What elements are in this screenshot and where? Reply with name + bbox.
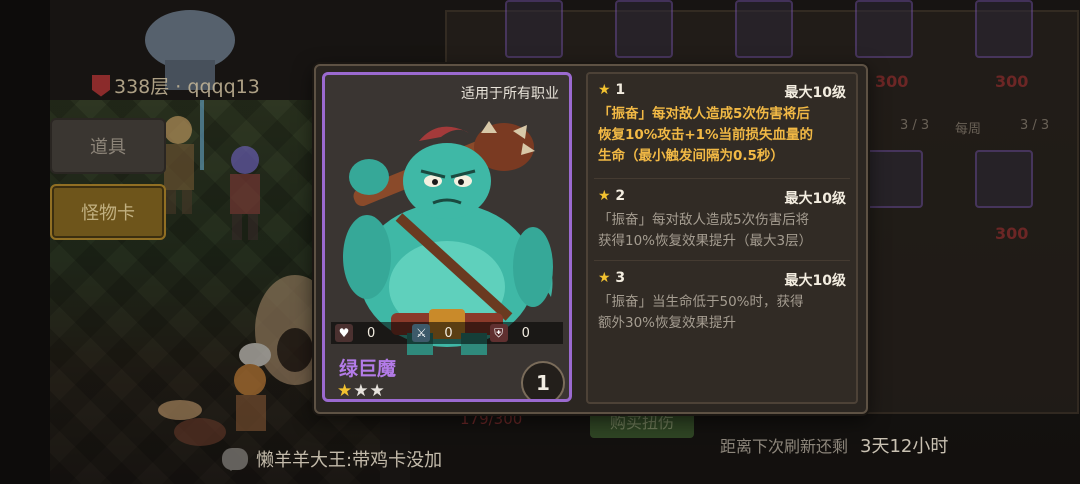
skill-line: 获得10%恢复效果提升（最大3层） <box>598 233 813 249</box>
guild-flag-icon <box>92 74 110 97</box>
floor-label: 338层 · qqqq13 <box>92 72 260 99</box>
tab-items[interactable]: 道具 <box>50 118 166 174</box>
shop-slot[interactable] <box>615 0 673 58</box>
divider <box>594 178 850 179</box>
skill-star-label: ★ 2 <box>598 188 625 208</box>
card-detail-modal: 适用于所有职业 ♥ 0 ⚔ 0 ⛨ 0 绿巨魔 ★★★ 1 ★ 1 最大10级 … <box>314 64 868 414</box>
monster-card: 适用于所有职业 ♥ 0 ⚔ 0 ⛨ 0 绿巨魔 ★★★ 1 <box>322 72 572 402</box>
chat-ticker[interactable]: 懒羊羊大王:带鸡卡没加 <box>222 446 442 472</box>
skill-line: 恢复10%攻击+1%当前损失血量的 <box>598 127 814 143</box>
stat-defense: ⛨ 0 <box>486 324 563 342</box>
skill-tier-1: ★ 1 最大10级 「振奋」每对敌人造成5次伤害将后 恢复10%攻击+1%当前损… <box>598 82 846 167</box>
star-icon: ★ <box>598 82 611 98</box>
star-filled-icon: ★ <box>337 381 354 401</box>
skill-header: ★ 3 最大10级 <box>598 270 846 290</box>
mage-icon <box>230 146 260 240</box>
skill-max-level: 最大10级 <box>784 191 846 207</box>
class-restriction: 适用于所有职业 <box>461 86 559 102</box>
skill-description: 「振奋」每对敌人造成5次伤害后将 获得10%恢复效果提升（最大3层） <box>598 210 846 252</box>
floor-text: 338层 · qqqq13 <box>114 76 260 98</box>
divider <box>594 260 850 261</box>
chat-bubble-icon <box>222 448 248 471</box>
skill-tier-number: 1 <box>610 82 626 98</box>
skill-header: ★ 2 最大10级 <box>598 188 846 208</box>
skill-description: 「振奋」每对敌人造成5次伤害将后 恢复10%攻击+1%当前损失血量的 生命（最小… <box>598 104 846 167</box>
chef-cat-icon <box>234 343 271 431</box>
star-icon: ★ <box>598 188 611 204</box>
shop-slot[interactable] <box>975 0 1033 58</box>
shop-slot[interactable] <box>975 150 1033 208</box>
skill-tier-number: 2 <box>610 188 626 204</box>
skill-list: ★ 1 最大10级 「振奋」每对敌人造成5次伤害将后 恢复10%攻击+1%当前损… <box>586 72 858 404</box>
heart-icon: ♥ <box>335 324 353 342</box>
skill-line: 「振奋」每对敌人造成5次伤害将后 <box>598 106 810 122</box>
skill-star-label: ★ 3 <box>598 270 625 290</box>
shield-icon: ⛨ <box>489 324 508 342</box>
skill-line: 「振奋」当生命低于50%时，获得 <box>598 294 804 310</box>
skill-tier-number: 3 <box>610 270 626 286</box>
stat-defense-value: 0 <box>521 325 530 341</box>
card-name: 绿巨魔 <box>339 358 397 380</box>
refresh-label: 距离下次刷新还剩 <box>720 437 849 456</box>
shop-slot[interactable] <box>735 0 793 58</box>
star-icon: ★ <box>598 270 611 286</box>
skill-star-label: ★ 1 <box>598 82 625 102</box>
skill-line: 生命（最小触发间隔为0.5秒） <box>598 148 784 164</box>
left-edge <box>0 0 50 484</box>
card-stars: ★★★ <box>337 381 386 401</box>
skill-max-level: 最大10级 <box>784 273 846 289</box>
shop-slot[interactable] <box>505 0 563 58</box>
skill-max-level: 最大10级 <box>784 85 846 101</box>
price-label: 300 <box>875 72 909 91</box>
green-troll-portrait <box>343 121 553 355</box>
table-icon <box>158 400 226 446</box>
shop-slot[interactable] <box>865 150 923 208</box>
stat-attack: ⚔ 0 <box>408 324 485 342</box>
refresh-time: 3天12小时 <box>860 436 949 457</box>
skill-tier-3: ★ 3 最大10级 「振奋」当生命低于50%时，获得 额外30%恢复效果提升 <box>598 270 846 334</box>
card-count-badge: 1 <box>521 361 565 399</box>
skill-description: 「振奋」当生命低于50%时，获得 额外30%恢复效果提升 <box>598 292 846 334</box>
warrior-icon <box>164 100 204 214</box>
limit-label: 3 / 3 <box>900 118 930 133</box>
refresh-info: 距离下次刷新还剩 3天12小时 <box>720 432 948 458</box>
skill-line: 额外30%恢复效果提升 <box>598 315 737 331</box>
price-label: 300 <box>995 72 1029 91</box>
chat-message: 懒羊羊大王:带鸡卡没加 <box>256 450 443 471</box>
limit-label: 每周 <box>955 122 982 137</box>
tab-monster-cards[interactable]: 怪物卡 <box>50 184 166 240</box>
skill-line: 「振奋」每对敌人造成5次伤害后将 <box>598 212 810 228</box>
card-stats: ♥ 0 ⚔ 0 ⛨ 0 <box>331 322 563 344</box>
skill-header: ★ 1 最大10级 <box>598 82 846 102</box>
star-empty-icon: ★★ <box>353 381 386 401</box>
skill-tier-2: ★ 2 最大10级 「振奋」每对敌人造成5次伤害后将 获得10%恢复效果提升（最… <box>598 188 846 252</box>
limit-label: 3 / 3 <box>1020 118 1050 133</box>
shop-slot[interactable] <box>855 0 913 58</box>
sword-icon: ⚔ <box>412 324 431 342</box>
price-label: 300 <box>995 224 1029 243</box>
stat-attack-value: 0 <box>444 325 453 341</box>
stat-hp: ♥ 0 <box>331 324 408 342</box>
stat-hp-value: 0 <box>367 325 376 341</box>
